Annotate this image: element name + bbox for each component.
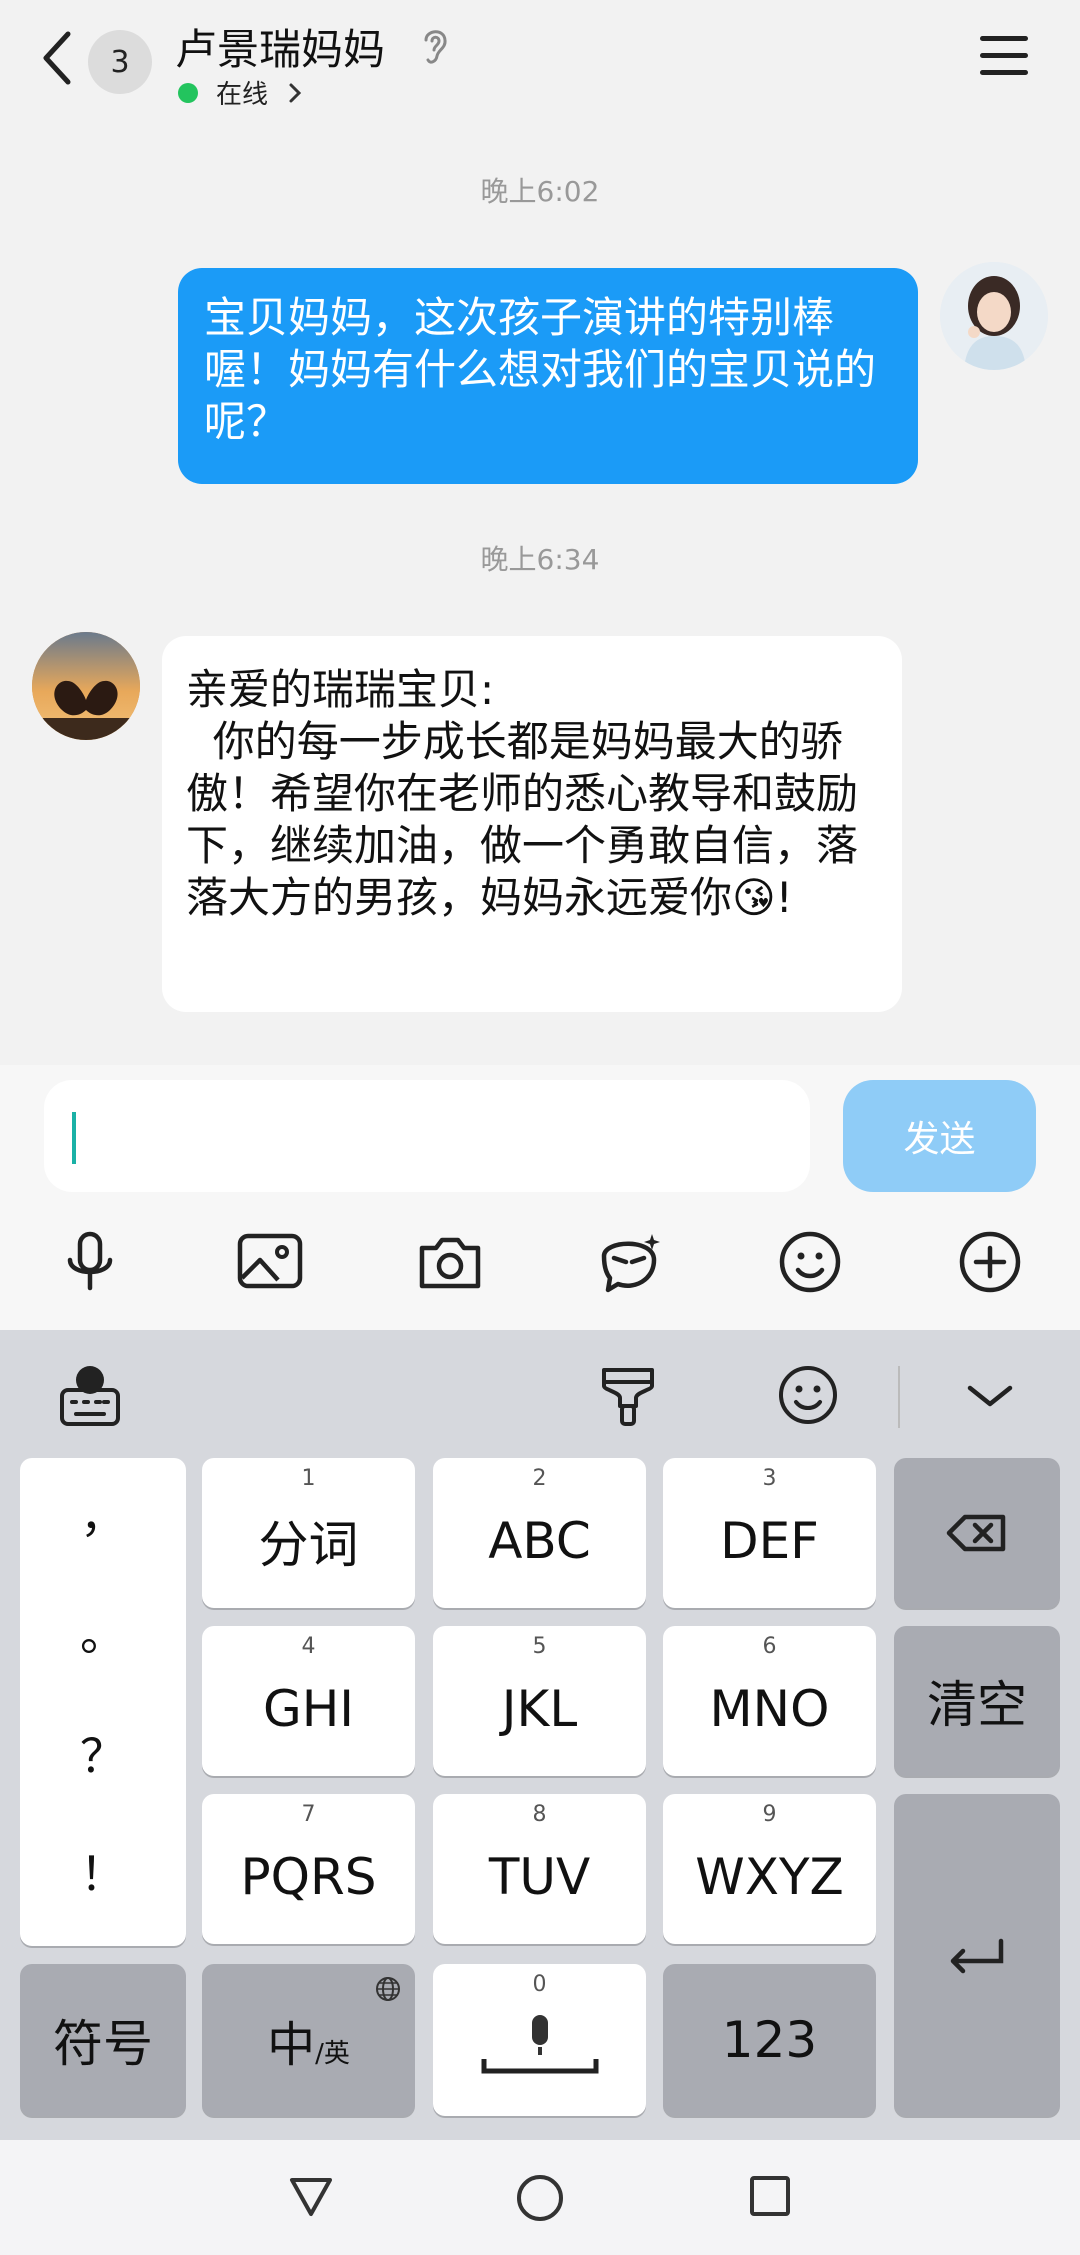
enter-icon xyxy=(950,1938,1004,1974)
globe-icon xyxy=(376,1977,400,2001)
toolbar-divider xyxy=(898,1366,900,1428)
ear-icon[interactable] xyxy=(418,24,452,68)
online-status-dot xyxy=(178,83,198,103)
key-8[interactable]: 8 TUV xyxy=(433,1794,646,1944)
camera-icon[interactable] xyxy=(414,1226,486,1298)
outgoing-message-bubble[interactable]: 宝贝妈妈，这次孩子演讲的特别棒喔！妈妈有什么想对我们的宝贝说的呢？ xyxy=(178,268,918,484)
home-circle-icon[interactable] xyxy=(514,2172,566,2224)
numeric-key[interactable]: 123 xyxy=(663,1964,876,2116)
space-key[interactable]: 0 xyxy=(433,1964,646,2116)
message-input[interactable] xyxy=(44,1080,810,1192)
punct-key[interactable]: 。 xyxy=(20,1598,186,1664)
incoming-message-bubble[interactable]: 亲爱的瑞瑞宝贝: 你的每一步成长都是妈妈最大的骄傲！希望你在老师的悉心教导和鼓励… xyxy=(162,636,902,1012)
key-7[interactable]: 7 PQRS xyxy=(202,1794,415,1944)
punctuation-column[interactable]: ， 。 ？ ！ xyxy=(20,1458,186,1946)
punct-key[interactable]: ！ xyxy=(20,1838,186,1904)
plus-icon[interactable] xyxy=(954,1226,1026,1298)
language-switch-key[interactable]: 中/英 xyxy=(202,1964,415,2116)
microphone-icon[interactable] xyxy=(54,1226,126,1298)
my-avatar[interactable] xyxy=(940,262,1048,370)
menu-icon[interactable] xyxy=(980,36,1028,76)
emoji-icon[interactable] xyxy=(774,1226,846,1298)
contact-avatar[interactable] xyxy=(32,632,140,740)
clear-key[interactable]: 清空 xyxy=(894,1626,1060,1776)
message-timestamp: 晚上6:02 xyxy=(480,175,600,208)
emoji-keyboard-icon[interactable] xyxy=(776,1360,840,1430)
avatar-image xyxy=(940,262,1048,370)
key-5[interactable]: 5 JKL xyxy=(433,1626,646,1776)
contact-name[interactable]: 卢景瑞妈妈 xyxy=(175,16,385,77)
backspace-key[interactable] xyxy=(894,1458,1060,1608)
image-icon[interactable] xyxy=(234,1226,306,1298)
back-chevron-icon[interactable] xyxy=(38,30,78,86)
key-1[interactable]: 1 分词 xyxy=(202,1458,415,1608)
symbols-key[interactable]: 符号 xyxy=(20,1964,186,2116)
sticker-icon[interactable] xyxy=(594,1226,666,1298)
key-3[interactable]: 3 DEF xyxy=(663,1458,876,1608)
text-caret xyxy=(72,1112,76,1164)
online-status-text[interactable]: 在线 xyxy=(216,74,268,111)
key-4[interactable]: 4 GHI xyxy=(202,1626,415,1776)
collapse-keyboard-icon[interactable] xyxy=(958,1360,1022,1430)
message-timestamp: 晚上6:34 xyxy=(480,543,600,576)
key-2[interactable]: 2 ABC xyxy=(433,1458,646,1608)
back-triangle-icon[interactable] xyxy=(286,2172,336,2222)
backspace-icon xyxy=(946,1514,1006,1552)
key-6[interactable]: 6 MNO xyxy=(663,1626,876,1776)
punct-key[interactable]: ， xyxy=(20,1480,186,1546)
chevron-right-icon xyxy=(289,83,302,103)
unread-count-badge[interactable]: 3 xyxy=(88,30,152,94)
recents-square-icon[interactable] xyxy=(748,2174,792,2218)
avatar-image xyxy=(32,632,140,740)
voice-input-icon xyxy=(481,2015,598,2074)
enter-key[interactable] xyxy=(894,1794,1060,2116)
punct-key[interactable]: ？ xyxy=(20,1720,186,1786)
send-button[interactable]: 发送 xyxy=(843,1080,1036,1192)
keyboard-settings-icon[interactable] xyxy=(58,1360,122,1430)
skin-brush-icon[interactable] xyxy=(596,1360,660,1430)
key-9[interactable]: 9 WXYZ xyxy=(663,1794,876,1944)
